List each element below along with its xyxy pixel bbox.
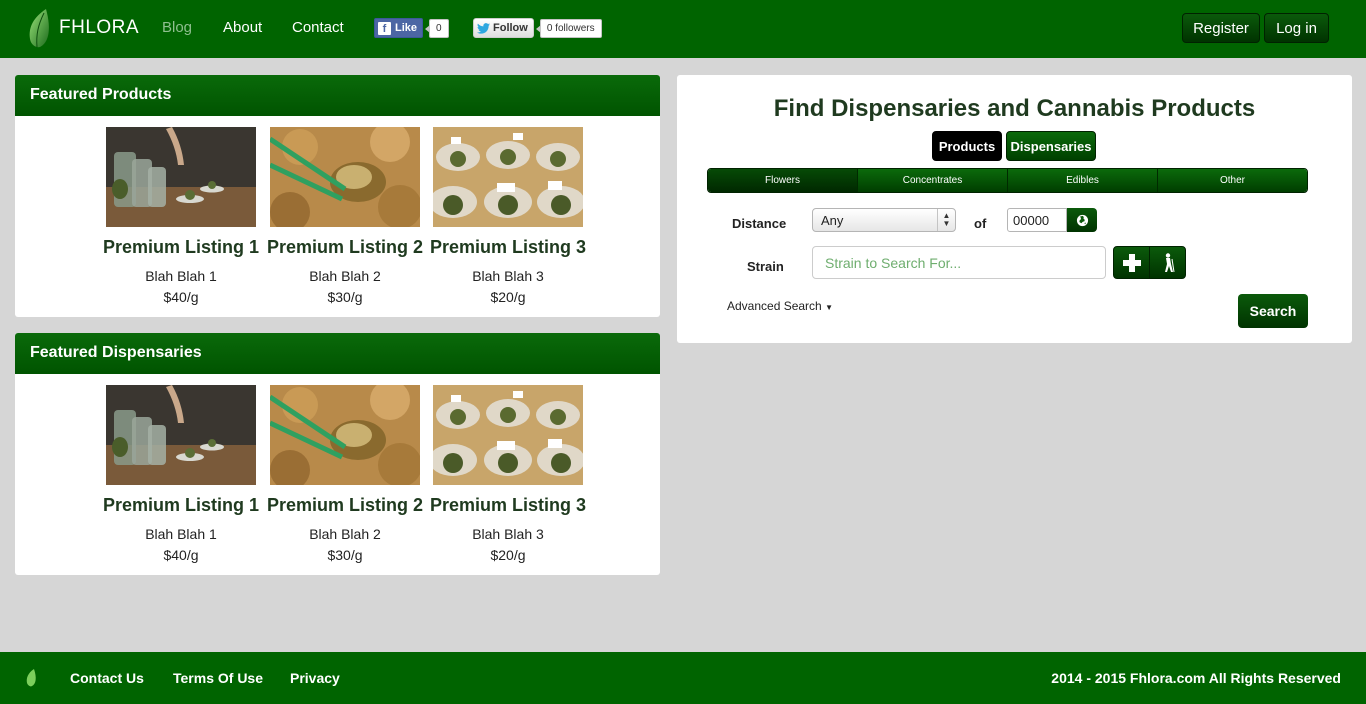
select-arrows-icon: ▲ ▼ [937,209,955,231]
products-toggle-button[interactable]: Products [932,131,1002,161]
dispensary-listing-2[interactable]: Premium Listing 2 Blah Blah 2 $30/g [265,385,425,563]
globe-icon [1076,214,1088,226]
recreational-button[interactable] [1150,247,1185,278]
distance-select-value: Any [821,213,844,228]
listing-price: $40/g [163,547,199,563]
product-listing-2[interactable]: Premium Listing 2 Blah Blah 2 $30/g [265,127,425,305]
search-type-buttons [1113,246,1186,279]
tab-flowers[interactable]: Flowers [708,169,858,192]
listing-description: Blah Blah 3 [472,526,544,542]
brand-logo[interactable]: FHLORA [24,6,139,50]
listing-photo-jars[interactable] [106,127,256,227]
listing-title[interactable]: Premium Listing 1 [101,237,261,258]
facebook-like-button[interactable]: f Like [374,18,424,38]
advanced-search-label: Advanced Search [727,299,822,313]
listing-photo-jars[interactable] [106,385,256,485]
featured-products-panel: Featured Products Premium Listing 1 Blah… [15,75,660,317]
listing-price: $30/g [327,289,363,305]
listing-photo-bud-tweezers[interactable] [270,127,420,227]
login-button[interactable]: Log in [1264,13,1329,43]
footer: Contact Us Terms Of Use Privacy 2014 - 2… [0,652,1366,704]
advanced-search-toggle[interactable]: Advanced Search ▼ [727,299,833,313]
listing-description: Blah Blah 1 [145,268,217,284]
footer-link-privacy[interactable]: Privacy [290,670,340,686]
leaf-logo-icon [26,669,36,687]
listing-price: $30/g [327,547,363,563]
product-listing-1[interactable]: Premium Listing 1 Blah Blah 1 $40/g [101,127,261,305]
hiker-icon [1164,252,1174,272]
medical-button[interactable] [1114,247,1150,278]
facebook-icon: f [378,21,391,35]
nav-link-contact[interactable]: Contact [292,19,344,36]
of-label: of [974,216,987,231]
twitter-follower-count: 0 followers [535,18,602,38]
listing-photo-labeled-bowls[interactable] [433,127,583,227]
tab-concentrates[interactable]: Concentrates [858,169,1008,192]
featured-dispensaries-heading: Featured Dispensaries [15,333,660,374]
top-navbar: FHLORA Blog About Contact f Like 0 Follo… [0,0,1366,58]
tab-other[interactable]: Other [1158,169,1307,192]
listing-photo-bud-tweezers[interactable] [270,385,420,485]
footer-link-terms[interactable]: Terms Of Use [173,670,263,686]
distance-select[interactable]: Any ▲ ▼ [812,208,956,232]
nav-link-blog[interactable]: Blog [162,19,192,36]
search-button[interactable]: Search [1238,294,1308,328]
listing-title[interactable]: Premium Listing 3 [428,495,588,516]
dispensaries-toggle-button[interactable]: Dispensaries [1006,131,1096,161]
strain-label: Strain [747,259,784,274]
listing-description: Blah Blah 1 [145,526,217,542]
search-title: Find Dispensaries and Cannabis Products [773,95,1256,122]
listing-title[interactable]: Premium Listing 3 [428,237,588,258]
category-tabs: Flowers Concentrates Edibles Other [707,168,1308,193]
tab-edibles[interactable]: Edibles [1008,169,1158,192]
distance-label: Distance [732,216,787,231]
strain-search-input[interactable]: Strain to Search For... [812,246,1106,279]
listing-title[interactable]: Premium Listing 1 [101,495,261,516]
facebook-like-count: 0 [425,18,449,38]
dispensary-listing-3[interactable]: Premium Listing 3 Blah Blah 3 $20/g [428,385,588,563]
twitter-follow-label: Follow [493,22,528,34]
locate-button[interactable] [1067,208,1097,232]
brand-name: FHLORA [59,17,140,38]
listing-title[interactable]: Premium Listing 2 [265,495,425,516]
leaf-logo-icon [29,9,49,48]
caret-down-icon: ▼ [825,303,833,312]
listing-price: $40/g [163,289,199,305]
listing-price: $20/g [490,547,526,563]
listing-description: Blah Blah 2 [309,268,381,284]
listing-title[interactable]: Premium Listing 2 [265,237,425,258]
twitter-follow-widget: Follow 0 followers [473,18,602,38]
listing-photo-labeled-bowls[interactable] [433,385,583,485]
facebook-like-label: Like [395,22,418,34]
twitter-follow-button[interactable]: Follow [473,18,534,38]
copyright-text: 2014 - 2015 Fhlora.com All Rights Reserv… [1051,670,1341,686]
register-button[interactable]: Register [1182,13,1260,43]
twitter-bird-icon [477,22,490,34]
nav-link-about[interactable]: About [223,19,262,36]
product-listing-3[interactable]: Premium Listing 3 Blah Blah 3 $20/g [428,127,588,305]
facebook-like-widget: f Like 0 [374,18,449,38]
search-panel: Find Dispensaries and Cannabis Products … [677,75,1352,343]
dispensary-listing-1[interactable]: Premium Listing 1 Blah Blah 1 $40/g [101,385,261,563]
medical-cross-icon [1122,253,1141,272]
listing-description: Blah Blah 3 [472,268,544,284]
zip-code-input[interactable]: 00000 [1007,208,1067,232]
listing-description: Blah Blah 2 [309,526,381,542]
featured-dispensaries-panel: Featured Dispensaries Premium Listing 1 … [15,333,660,575]
featured-products-heading: Featured Products [15,75,660,116]
footer-link-contact-us[interactable]: Contact Us [70,670,144,686]
listing-price: $20/g [490,289,526,305]
